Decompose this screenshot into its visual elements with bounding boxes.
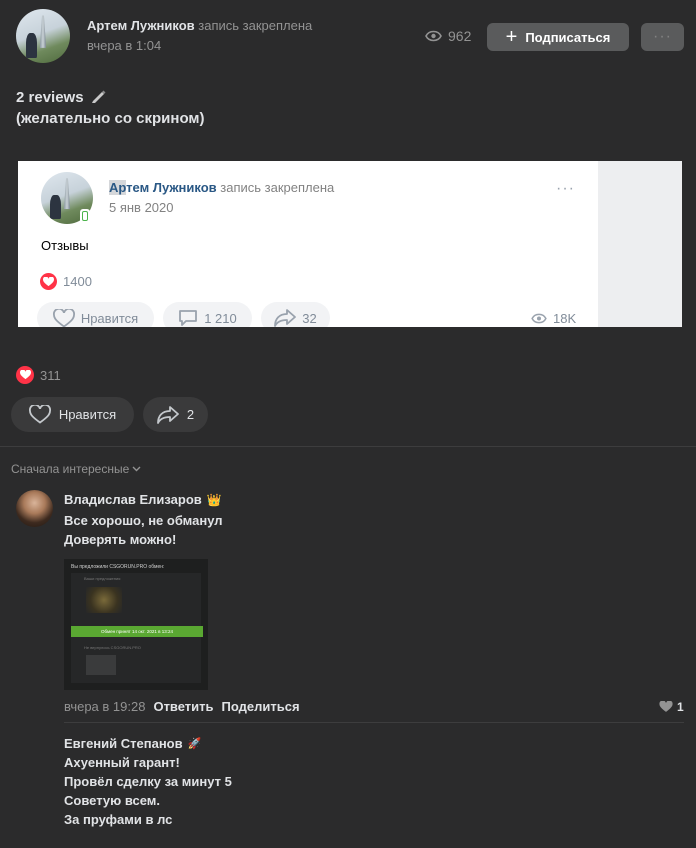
embedded-text: Отзывы (41, 238, 89, 253)
post-divider (0, 446, 696, 447)
embedded-author-highlight: Ар (109, 180, 127, 195)
comment-line: Советую всем. (64, 793, 161, 808)
comment-time[interactable]: вчера в 19:28 (64, 699, 145, 714)
embedded-author-name: тем Лужников (126, 180, 217, 195)
embedded-author-line: Артем Лужников запись закреплена (109, 180, 334, 195)
share-icon (156, 405, 179, 424)
author-avatar[interactable] (16, 9, 70, 63)
comment-text: Ахуенный гарант! Провёл сделку за минут … (64, 753, 232, 829)
embedded-likes: 1400 (40, 273, 92, 290)
comment-likes-count: 1 (677, 700, 684, 714)
pinned-status: запись закреплена (198, 18, 313, 33)
heart-icon (40, 273, 57, 290)
item-thumbnail (86, 587, 122, 613)
embedded-like-button: Нравится (37, 302, 154, 327)
eye-icon (425, 30, 442, 42)
heart-outline-icon (52, 308, 75, 327)
comment-line: Все хорошо, не обманул (64, 513, 223, 528)
accepted-banner-text: Обмен принят 14 окт. 2021 в 13:24 (101, 629, 173, 634)
post-text-line1: 2 reviews (16, 89, 84, 106)
commenter-avatar[interactable] (16, 490, 53, 527)
comment-divider (64, 722, 684, 723)
post-author-line: Артем Лужников запись закреплена (87, 18, 312, 33)
comment-meta: вчера в 19:28 Ответить Поделиться (64, 699, 300, 714)
embedded-like-label: Нравится (80, 310, 139, 326)
embedded-comment-button: 1 210 (163, 302, 252, 327)
embedded-status: запись закреплена (220, 180, 335, 195)
heart-outline-icon (28, 405, 51, 424)
comment-line: Провёл сделку за минут 5 (64, 774, 232, 789)
commenter-name[interactable]: Владислав Елизаров (64, 492, 202, 507)
comment-line: За пруфами в лс (64, 812, 173, 827)
commenter-name[interactable]: Евгений Степанов (64, 736, 183, 751)
comment-text: Все хорошо, не обманул Доверять можно! (64, 511, 223, 549)
embedded-share-button: 32 (261, 302, 330, 327)
embedded-screenshot-side (598, 161, 682, 327)
views-counter: 962 (425, 28, 471, 44)
rocket-icon: 🚀 (187, 738, 202, 750)
item-thumbnail-2 (86, 655, 116, 675)
pencil-icon (91, 90, 106, 103)
comment-line: Ахуенный гарант! (64, 755, 180, 770)
subscribe-label: Подписаться (525, 29, 611, 45)
comments-sort-label: Сначала интересные (11, 462, 130, 476)
embedded-likes-count: 1400 (63, 274, 92, 289)
online-mobile-icon (80, 209, 90, 223)
embedded-screenshot[interactable]: Артем Лужников запись закреплена 5 янв 2… (18, 161, 598, 327)
post-likes-count: 311 (40, 367, 61, 383)
chevron-down-icon (132, 466, 141, 472)
share-count: 2 (186, 407, 195, 422)
comment-header: Владислав Елизаров 👑 (64, 492, 222, 507)
comment-attachment-image[interactable]: Вы предложили CSGORUN.PRO обмен: Ваши пр… (64, 559, 208, 690)
embedded-more-icon: ··· (556, 180, 575, 197)
post-time[interactable]: вчера в 1:04 (87, 38, 161, 53)
subscribe-button[interactable]: + Подписаться (487, 23, 629, 51)
like-label: Нравится (58, 407, 117, 422)
comment-like-button[interactable]: 1 (659, 700, 684, 714)
post-text: 2 reviews (желательно со скрином) (16, 87, 205, 129)
embedded-date: 5 янв 2020 (109, 200, 174, 215)
attachment-title: Вы предложили CSGORUN.PRO обмен: (71, 564, 165, 570)
embedded-comments-count: 1 210 (204, 310, 237, 326)
share-button[interactable]: 2 (143, 397, 208, 432)
post-likes[interactable]: 311 (16, 366, 61, 384)
like-button[interactable]: Нравится (11, 397, 134, 432)
accepted-banner: Обмен принят 14 окт. 2021 в 13:24 (71, 626, 203, 637)
attachment-sub2: Не вернулось CSGORUN.PRO (84, 645, 141, 650)
heart-icon (659, 701, 673, 712)
reply-button[interactable]: Ответить (153, 699, 213, 714)
comment-icon (179, 310, 198, 326)
post-text-line2: (желательно со скрином) (16, 110, 205, 127)
crown-icon: 👑 (206, 492, 222, 507)
share-comment-button[interactable]: Поделиться (222, 699, 300, 714)
embedded-views: 18K (531, 311, 576, 326)
more-dots-icon: ··· (653, 28, 672, 45)
more-button[interactable]: ··· (641, 23, 684, 51)
share-icon (274, 309, 297, 327)
views-count: 962 (448, 28, 472, 44)
plus-icon: + (505, 26, 518, 48)
eye-icon (531, 313, 547, 324)
embedded-shares-count: 32 (302, 310, 317, 326)
author-name[interactable]: Артем Лужников (87, 18, 195, 33)
embedded-views-count: 18K (553, 311, 577, 326)
attachment-sub1: Ваши предложения (84, 576, 121, 581)
comments-sort[interactable]: Сначала интересные (11, 462, 141, 476)
comment-header: Евгений Степанов 🚀 (64, 736, 201, 751)
heart-icon (16, 366, 34, 384)
comment-line: Доверять можно! (64, 532, 177, 547)
